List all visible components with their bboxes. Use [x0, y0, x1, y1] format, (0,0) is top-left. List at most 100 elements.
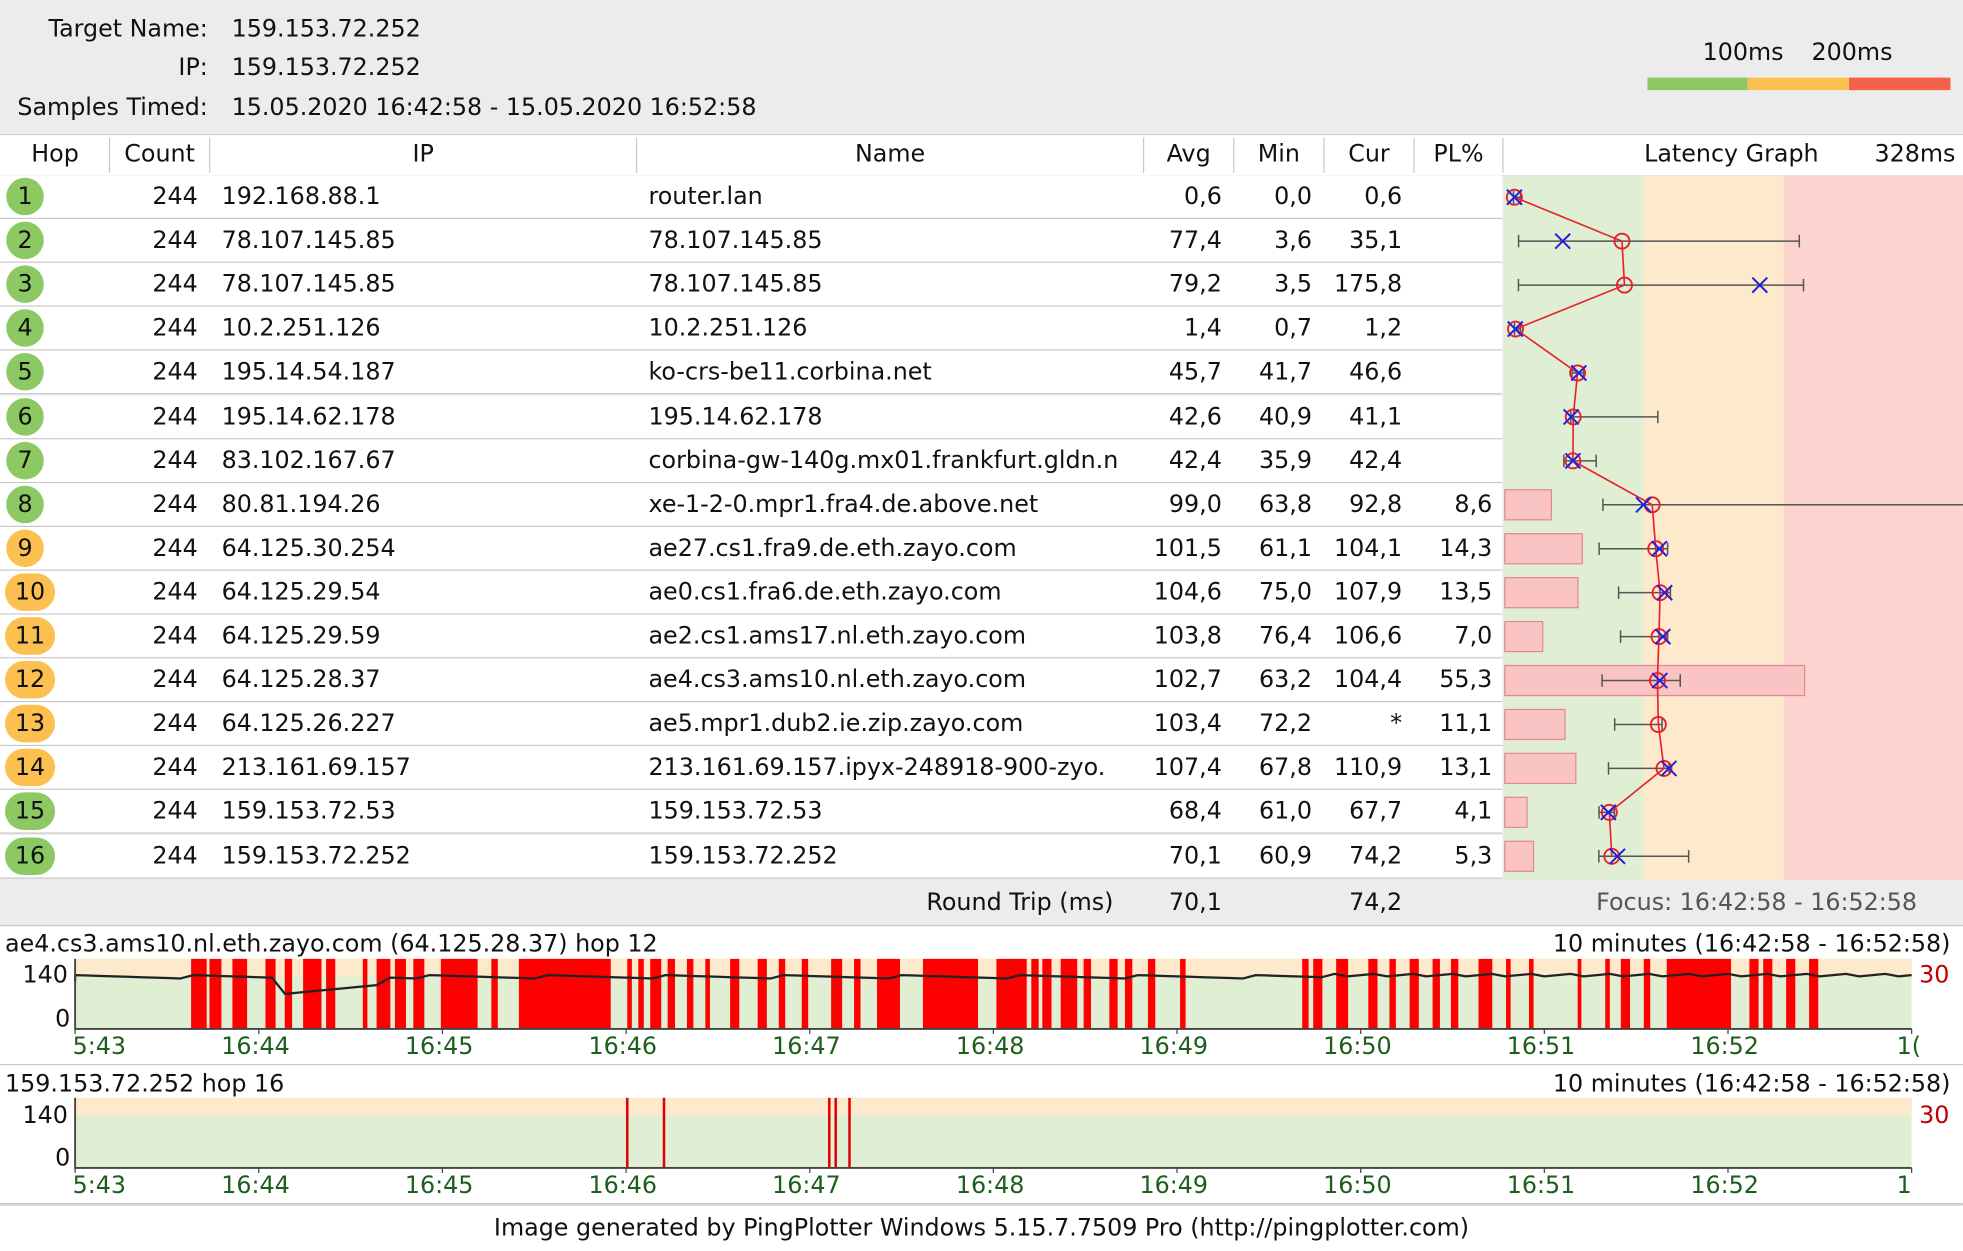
timeline-hop12-chart[interactable]: 5:43 16:44 16:45 16:46 16:47 16:48 16:49 16:50 1…	[0, 956, 1963, 1064]
cell-pl: 13,5	[1439, 578, 1493, 606]
cell-min: 3,6	[1274, 226, 1312, 255]
target-name-label: Target Name:	[48, 15, 208, 43]
table-row[interactable]: 3 244 78.107.145.85 78.107.145.85 79,2 3,5 175…	[0, 263, 1503, 307]
time-tick-label: 16:46	[589, 1032, 658, 1060]
hop-number: 1	[17, 182, 33, 211]
cell-count: 244	[152, 622, 198, 650]
table-row[interactable]: 11 244 64.125.29.59 ae2.cs1.ams17.nl.eth.za…	[0, 614, 1503, 659]
cell-name: xe-1-2-0.mpr1.fra4.de.above.net	[648, 490, 1039, 518]
cell-count: 244	[152, 490, 198, 518]
time-tick-label: 16:50	[1323, 1032, 1392, 1060]
table-row[interactable]: 4 244 10.2.251.126 10.2.251.126 1,4 0,7 1,2	[0, 307, 1503, 351]
summary-row: Round Trip (ms) 70,1 74,2 Focus: 16:42:5…	[0, 880, 1963, 927]
hop-number: 6	[17, 402, 33, 430]
col-count[interactable]: Count	[110, 135, 209, 173]
cell-min: 35,9	[1259, 446, 1312, 474]
col-cur[interactable]: Cur	[1325, 135, 1414, 173]
packet-loss-bar	[1504, 708, 1566, 741]
cell-ip: 64.125.28.37	[221, 666, 381, 694]
packet-loss-segment	[778, 958, 786, 1029]
hop-number: 2	[17, 226, 33, 255]
cell-min: 76,4	[1259, 622, 1312, 650]
pingplotter-report: Target Name: 159.153.72.252 IP: 159.153.…	[0, 0, 1963, 1250]
packet-loss-segment	[877, 958, 900, 1029]
col-ip[interactable]: IP	[210, 135, 636, 173]
cell-cur: 110,9	[1334, 753, 1403, 782]
cell-avg: 1,4	[1184, 314, 1222, 343]
packet-loss-segment	[730, 958, 740, 1029]
packet-loss-segment	[1409, 958, 1419, 1029]
table-row[interactable]: 12 244 64.125.28.37 ae4.cs3.ams10.nl.eth.za…	[0, 658, 1503, 703]
cell-ip: 195.14.54.187	[221, 358, 396, 387]
cell-min: 61,1	[1259, 534, 1312, 562]
cell-ip: 64.125.29.54	[221, 578, 381, 606]
time-tick-label: 16:49	[1139, 1032, 1208, 1060]
table-row[interactable]: 16 244 159.153.72.252 159.153.72.252 70,1 60,…	[0, 834, 1503, 879]
table-row[interactable]: 10 244 64.125.29.54 ae0.cs1.fra6.de.eth.zay…	[0, 570, 1503, 615]
packet-loss-segment	[922, 958, 979, 1029]
packet-loss-segment	[1432, 958, 1440, 1029]
cell-name: ae2.cs1.ams17.nl.eth.zayo.com	[648, 622, 1027, 650]
table-row[interactable]: 7 244 83.102.167.67 corbina-gw-140g.mx01.fr…	[0, 438, 1503, 483]
cell-avg: 102,7	[1153, 666, 1222, 694]
samples-label: Samples Timed:	[17, 93, 208, 122]
col-pl[interactable]: PL%	[1415, 135, 1503, 173]
hop-number-badge: 14	[5, 748, 56, 787]
cell-ip: 10.2.251.126	[221, 314, 381, 343]
cell-count: 244	[152, 402, 198, 430]
cell-avg: 45,7	[1168, 358, 1222, 387]
table-row[interactable]: 9 244 64.125.30.254 ae27.cs1.fra9.de.eth.za…	[0, 526, 1503, 571]
hop-number: 5	[17, 358, 33, 387]
hop-number-badge: 15	[5, 792, 56, 831]
table-row[interactable]: 5 244 195.14.54.187 ko-crs-be11.corbina.net…	[0, 350, 1503, 395]
timeline-hop16-chart[interactable]: 5:43 16:44 16:45 16:46 16:47 16:48 16:49 16:50 1…	[0, 1095, 1963, 1203]
cell-count: 244	[152, 710, 198, 738]
scale-bad-swatch	[1849, 77, 1951, 91]
timeline-hop16-title: 159.153.72.252 hop 16	[5, 1070, 285, 1098]
time-tick-label: 16:50	[1323, 1171, 1392, 1199]
packet-loss-segment	[1786, 958, 1796, 1029]
packet-loss-segment	[1620, 958, 1631, 1029]
cell-cur: 92,8	[1349, 490, 1403, 518]
hop-number-badge: 10	[5, 573, 56, 611]
table-row[interactable]: 2 244 78.107.145.85 78.107.145.85 77,4 3,6 35,…	[0, 219, 1503, 263]
latency-zone-2	[1783, 175, 1963, 881]
col-avg[interactable]: Avg	[1144, 135, 1233, 173]
hop-number: 16	[14, 841, 46, 870]
cell-avg: 103,4	[1153, 710, 1222, 738]
cell-avg: 101,5	[1153, 534, 1222, 562]
cell-name: 78.107.145.85	[648, 270, 823, 299]
table-row[interactable]: 8 244 80.81.194.26 xe-1-2-0.mpr1.fra4.de.ab…	[0, 482, 1503, 527]
cell-min: 3,5	[1274, 270, 1312, 299]
time-tick-label: 16:44	[221, 1171, 290, 1199]
table-row[interactable]: 6 244 195.14.62.178 195.14.62.178 42,6 40,9 41…	[0, 394, 1503, 439]
hop-number: 15	[14, 797, 46, 826]
col-min[interactable]: Min	[1234, 135, 1323, 173]
timeline-warn-band	[75, 1097, 1912, 1116]
time-tick-label: 16:51	[1507, 1032, 1576, 1060]
col-hop[interactable]: Hop	[0, 135, 110, 173]
time-tick-label: 5:43	[73, 1032, 126, 1060]
hop-number-badge: 4	[6, 309, 44, 348]
col-latency-graph[interactable]: Latency Graph	[1627, 135, 1835, 173]
col-name[interactable]: Name	[637, 135, 1143, 173]
cell-cur: 106,6	[1334, 622, 1403, 650]
packet-loss-segment	[1666, 958, 1732, 1029]
cell-count: 244	[152, 841, 198, 870]
table-row[interactable]: 15 244 159.153.72.53 159.153.72.53 68,4 61,0 6…	[0, 790, 1503, 835]
table-row[interactable]: 14 244 213.161.69.157 213.161.69.157.ipyx-2…	[0, 746, 1503, 791]
cell-cur: 46,6	[1349, 358, 1403, 387]
table-row[interactable]: 13 244 64.125.26.227 ae5.mpr1.dub2.ie.zip.z…	[0, 702, 1503, 747]
graph-max-label: 328ms	[1874, 140, 1956, 168]
cell-pl: 55,3	[1439, 666, 1493, 694]
table-row[interactable]: 1 244 192.168.88.1 router.lan 0,6 0,0 0,6	[0, 175, 1503, 220]
hop-number-badge: 13	[5, 704, 56, 743]
cell-ip: 78.107.145.85	[221, 226, 396, 255]
packet-loss-segment	[413, 958, 425, 1029]
cell-count: 244	[152, 314, 198, 343]
time-tick-label: 16:46	[589, 1171, 658, 1199]
cell-min: 60,9	[1259, 841, 1312, 870]
focus-range: Focus: 16:42:58 - 16:52:58	[1596, 888, 1918, 917]
cell-cur: 1,2	[1364, 314, 1403, 343]
cell-name: ae5.mpr1.dub2.ie.zip.zayo.com	[648, 710, 1024, 738]
